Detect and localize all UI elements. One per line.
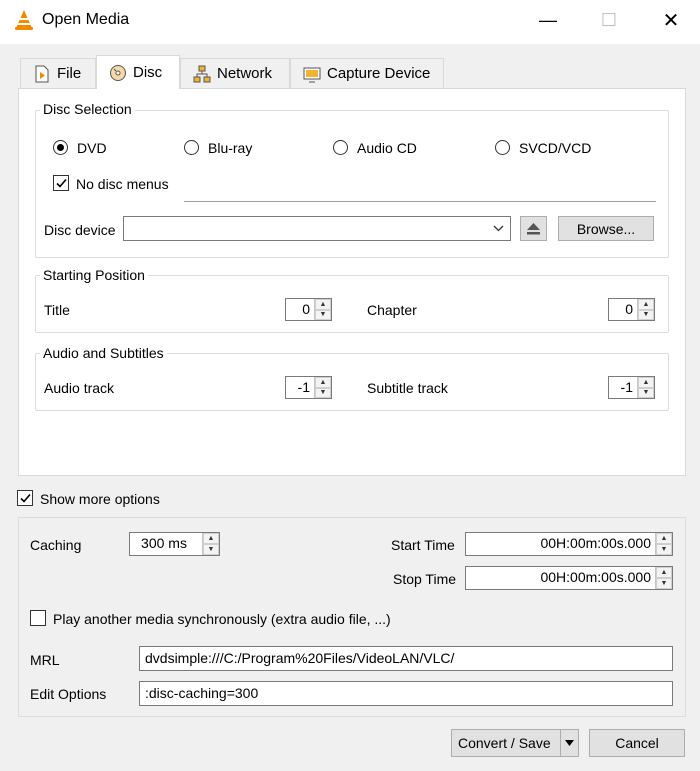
convert-save-button[interactable]: Convert / Save [451,729,579,757]
spin-up-icon[interactable]: ▲ [656,567,672,578]
start-time-value: 00H:00m:00s.000 [540,535,651,551]
stop-time-value: 00H:00m:00s.000 [540,569,651,585]
svcd-vcd-label: SVCD/VCD [519,140,592,156]
caching-value: 300 ms [141,535,187,551]
cancel-label: Cancel [615,735,659,751]
starting-position-group [35,275,669,333]
tab-disc-label: Disc [133,64,163,81]
audio-track-value: -1 [297,379,310,395]
file-icon [35,65,49,82]
maximize-button[interactable]: ☐ [586,0,632,40]
play-another-media-label: Play another media synchronously (extra … [53,611,391,627]
disc-device-combobox[interactable] [123,216,511,241]
spin-down-icon[interactable]: ▼ [203,544,219,555]
chapter-spinbox[interactable]: 0 ▲ ▼ [608,298,655,321]
convert-save-label: Convert / Save [458,735,551,751]
spin-up-icon[interactable]: ▲ [203,533,219,544]
bluray-label: Blu-ray [208,140,253,156]
subtitle-track-value: -1 [620,379,633,395]
mrl-field[interactable]: dvdsimple:///C:/Program%20Files/VideoLAN… [139,646,673,671]
chapter-label: Chapter [367,302,417,318]
audio-subtitles-group [35,353,669,411]
convert-save-dropdown[interactable] [560,730,578,756]
checkmark-icon [56,178,67,188]
capture-device-icon [303,67,321,82]
subtitle-track-label: Subtitle track [367,380,448,396]
mrl-label: MRL [30,652,60,668]
tab-capture-device-label: Capture Device [327,65,431,82]
audio-track-spinbox[interactable]: -1 ▲ ▼ [285,376,332,399]
window-title: Open Media [42,11,130,28]
starting-position-title: Starting Position [40,267,148,283]
browse-button[interactable]: Browse... [558,216,654,241]
spin-down-icon[interactable]: ▼ [656,544,672,555]
caching-spinbox[interactable]: 300 ms ▲ ▼ [129,532,220,556]
title-label: Title [44,302,70,318]
audio-track-label: Audio track [44,380,115,396]
audio-subtitles-title: Audio and Subtitles [40,345,167,361]
mrl-value: dvdsimple:///C:/Program%20Files/VideoLAN… [145,650,455,666]
spin-down-icon[interactable]: ▼ [315,387,331,398]
subtitle-track-spinbox[interactable]: -1 ▲ ▼ [608,376,655,399]
title-value: 0 [302,301,310,317]
tab-network-label: Network [217,65,273,82]
spin-down-icon[interactable]: ▼ [315,309,331,320]
audio-cd-label: Audio CD [357,140,417,156]
audio-cd-radio[interactable] [333,140,348,155]
title-bar: Open Media — ☐ ✕ [0,0,700,44]
disc-icon [110,64,126,81]
tab-file-label: File [57,65,82,82]
close-button[interactable]: ✕ [648,0,694,40]
spin-down-icon[interactable]: ▼ [638,309,654,320]
spin-up-icon[interactable]: ▲ [638,377,654,388]
disc-selection-title: Disc Selection [40,101,135,117]
spin-down-icon[interactable]: ▼ [638,387,654,398]
minimize-button[interactable]: — [525,0,571,40]
show-more-options-label: Show more options [40,491,160,507]
spin-up-icon[interactable]: ▲ [315,299,331,310]
tab-disc[interactable]: Disc [96,55,180,89]
spin-up-icon[interactable]: ▲ [315,377,331,388]
show-more-options-checkbox[interactable] [17,490,33,506]
chapter-value: 0 [625,301,633,317]
stop-time-spinbox[interactable]: 00H:00m:00s.000 ▲ ▼ [465,566,673,590]
tab-capture-device[interactable]: Capture Device [290,58,444,88]
spin-up-icon[interactable]: ▲ [638,299,654,310]
disc-device-label: Disc device [44,222,116,238]
no-disc-menus-label: No disc menus [76,176,169,192]
bluray-radio[interactable] [184,140,199,155]
eject-icon [527,223,540,235]
chevron-down-icon [493,225,504,232]
title-spinbox[interactable]: 0 ▲ ▼ [285,298,332,321]
svcd-vcd-radio[interactable] [495,140,510,155]
maximize-icon: ☐ [600,9,618,30]
eject-button[interactable] [520,216,547,241]
chevron-down-icon [565,740,574,746]
cancel-button[interactable]: Cancel [589,729,685,757]
edit-options-field[interactable]: :disc-caching=300 [139,681,673,706]
vlc-cone-icon [15,10,33,30]
edit-options-value: :disc-caching=300 [145,685,259,701]
caching-label: Caching [30,537,82,553]
edit-options-label: Edit Options [30,686,107,702]
dvd-radio[interactable] [53,140,68,155]
minimize-icon: — [539,9,557,30]
checkmark-icon [20,493,31,503]
close-icon: ✕ [662,9,680,32]
tab-network[interactable]: Network [180,58,290,88]
separator-line [184,201,656,202]
no-disc-menus-checkbox[interactable] [53,175,69,191]
start-time-label: Start Time [391,537,455,553]
play-another-media-checkbox[interactable] [30,610,46,626]
spin-down-icon[interactable]: ▼ [656,578,672,589]
browse-button-label: Browse... [576,220,636,237]
tab-file[interactable]: File [20,58,96,88]
spin-up-icon[interactable]: ▲ [656,533,672,544]
stop-time-label: Stop Time [393,571,457,587]
dvd-label: DVD [77,140,107,156]
network-icon [193,65,211,82]
start-time-spinbox[interactable]: 00H:00m:00s.000 ▲ ▼ [465,532,673,556]
